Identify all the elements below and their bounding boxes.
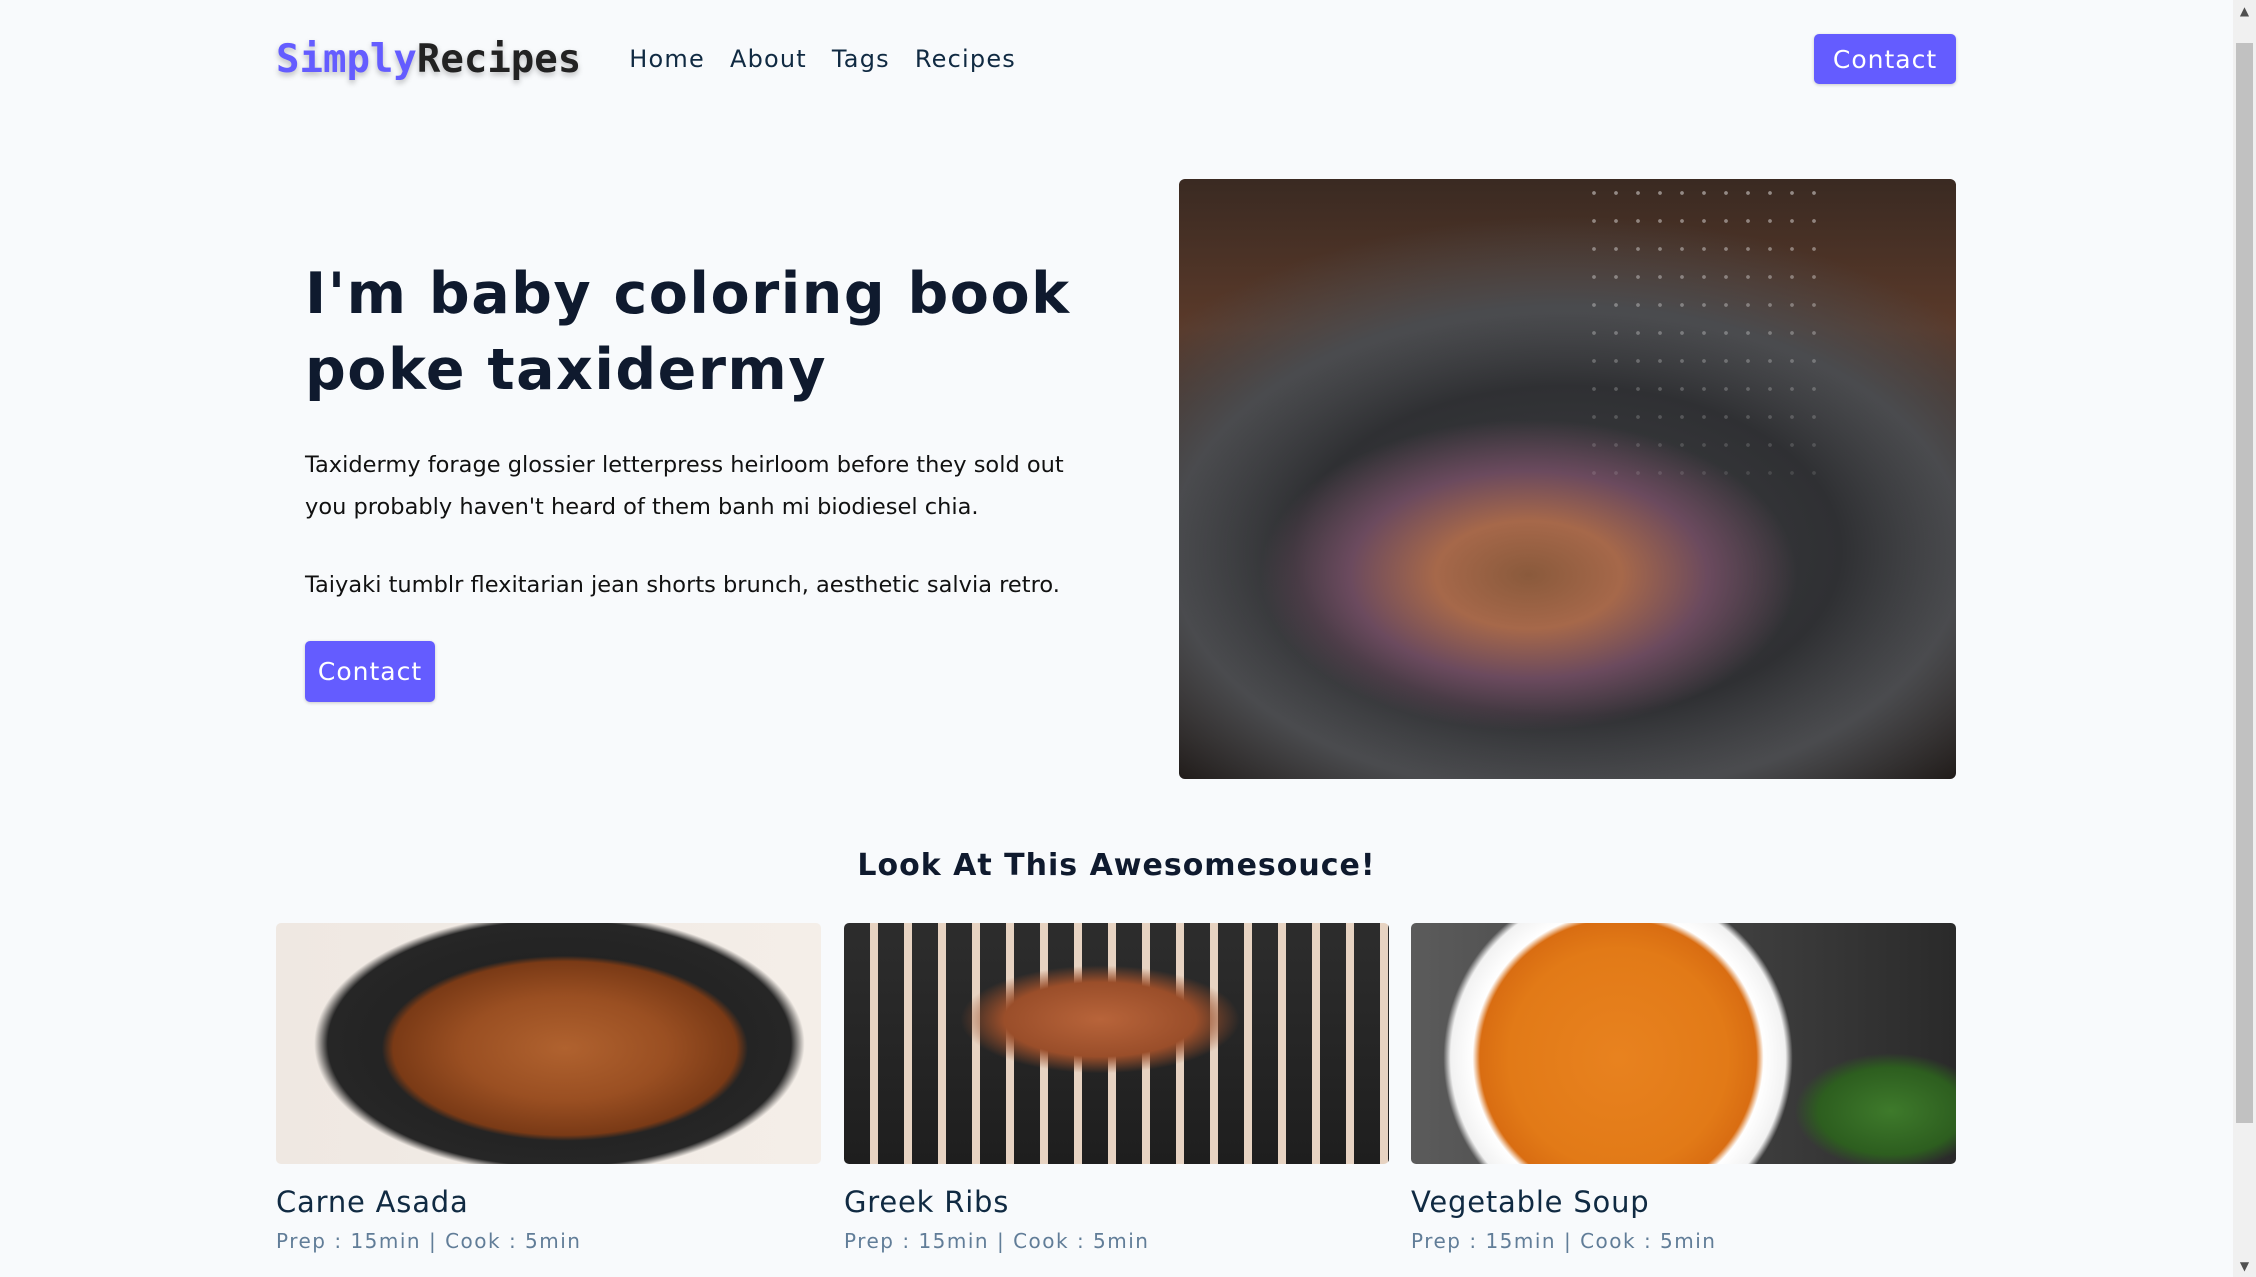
vertical-scrollbar[interactable]: ▲ ▼ [2233, 0, 2256, 1277]
nav-link-recipes[interactable]: Recipes [915, 45, 1016, 73]
logo[interactable]: SimplyRecipes [276, 40, 581, 79]
hero-contact-button[interactable]: Contact [305, 641, 435, 702]
logo-part-recipes: Recipes [416, 36, 582, 82]
logo-part-simply: Simply [276, 36, 417, 82]
recipe-image[interactable] [276, 923, 821, 1164]
hero-text: I'm baby coloring book poke taxidermy Ta… [305, 256, 1105, 606]
scrollbar-thumb[interactable] [2236, 43, 2253, 1123]
recipe-image[interactable] [844, 923, 1389, 1164]
featured-title: Look At This Awesomesouce! [857, 848, 1376, 883]
recipe-card-carne-asada[interactable]: Carne Asada Prep : 15min | Cook : 5min [276, 923, 821, 1253]
salt-sprinkle [1583, 179, 1817, 491]
scroll-down-arrow-icon[interactable]: ▼ [2233, 1255, 2256, 1277]
nav-links: Home About Tags Recipes [629, 45, 1016, 73]
recipe-meta: Prep : 15min | Cook : 5min [1411, 1229, 1717, 1253]
page: SimplyRecipes Home About Tags Recipes Co… [0, 0, 2233, 1277]
recipe-title[interactable]: Carne Asada [276, 1185, 821, 1219]
navbar: SimplyRecipes Home About Tags Recipes Co… [276, 28, 1956, 90]
nav-link-about[interactable]: About [730, 45, 807, 73]
recipe-image[interactable] [1411, 923, 1956, 1164]
nav-contact-button[interactable]: Contact [1814, 34, 1956, 84]
nav-link-home[interactable]: Home [629, 45, 705, 73]
nav-link-tags[interactable]: Tags [832, 45, 890, 73]
recipe-card-greek-ribs[interactable]: Greek Ribs Prep : 15min | Cook : 5min [844, 923, 1389, 1253]
hero-paragraph-1: Taxidermy forage glossier letterpress he… [305, 452, 1064, 520]
recipe-card-vegetable-soup[interactable]: Vegetable Soup Prep : 15min | Cook : 5mi… [1411, 923, 1956, 1253]
scroll-up-arrow-icon[interactable]: ▲ [2233, 0, 2256, 22]
hero-title: I'm baby coloring book poke taxidermy [305, 261, 1071, 403]
recipe-meta: Prep : 15min | Cook : 5min [844, 1229, 1150, 1253]
recipe-title[interactable]: Greek Ribs [844, 1185, 1389, 1219]
hero-paragraph-2: Taiyaki tumblr flexitarian jean shorts b… [305, 572, 1060, 598]
hero-image-mortar-bowl [1179, 179, 1956, 779]
recipe-title[interactable]: Vegetable Soup [1411, 1185, 1956, 1219]
recipe-meta: Prep : 15min | Cook : 5min [276, 1229, 582, 1253]
